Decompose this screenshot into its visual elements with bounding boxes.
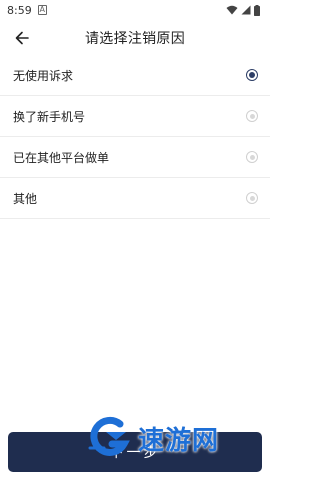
reason-option-other-platform[interactable]: 已在其他平台做单 — [0, 137, 270, 178]
reason-option-new-phone[interactable]: 换了新手机号 — [0, 96, 270, 137]
status-time: 8:59 — [7, 3, 32, 17]
status-bar: 8:59 A — [0, 0, 270, 20]
radio-selected-icon[interactable] — [246, 69, 258, 81]
reason-label: 其他 — [13, 191, 38, 206]
next-step-button[interactable]: 下一步 — [8, 432, 262, 472]
notification-icon: A — [37, 5, 47, 15]
battery-icon — [254, 4, 260, 16]
reason-option-no-need[interactable]: 无使用诉求 — [0, 55, 270, 96]
reason-label: 已在其他平台做单 — [13, 150, 110, 165]
header: 请选择注销原因 — [0, 20, 270, 56]
signal-icon — [241, 5, 251, 15]
reason-option-other[interactable]: 其他 — [0, 178, 270, 219]
status-bar-left: 8:59 A — [7, 4, 47, 17]
reason-label: 换了新手机号 — [13, 109, 86, 124]
page-title: 请选择注销原因 — [84, 31, 186, 47]
status-bar-right — [226, 4, 260, 16]
radio-unselected-icon[interactable] — [246, 192, 258, 204]
screen: 8:59 A 请选择注销原因 无使用诉求 换了新手机号 已在其他平台做单 其他 … — [0, 0, 270, 480]
reason-list: 无使用诉求 换了新手机号 已在其他平台做单 其他 — [0, 55, 270, 219]
radio-unselected-icon[interactable] — [246, 151, 258, 163]
wifi-icon — [226, 5, 238, 15]
radio-unselected-icon[interactable] — [246, 110, 258, 122]
reason-label: 无使用诉求 — [13, 68, 74, 83]
